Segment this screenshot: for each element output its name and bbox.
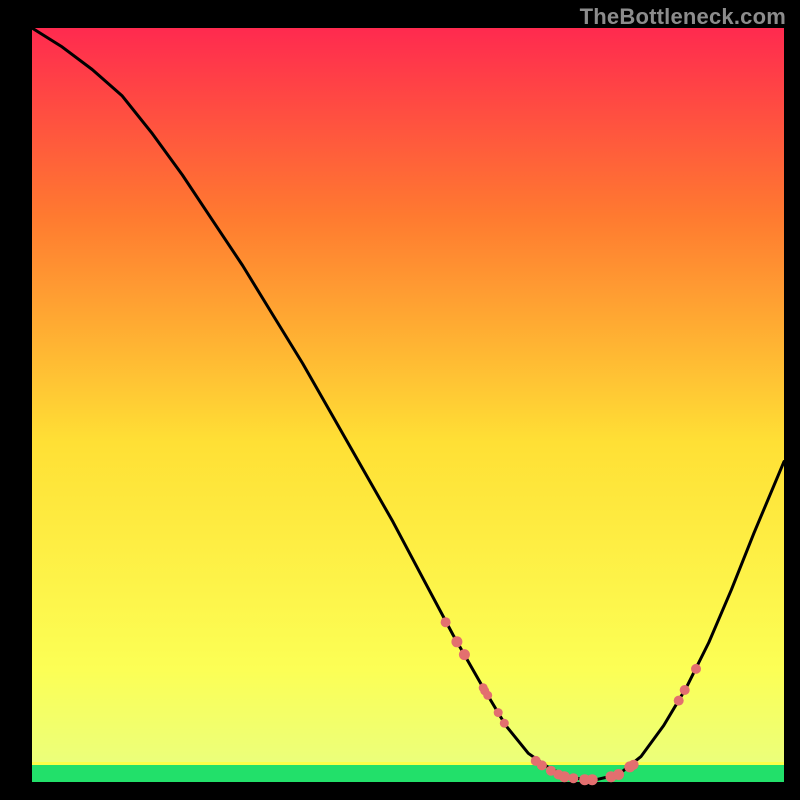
data-marker [451, 636, 462, 647]
data-marker [459, 649, 470, 660]
data-marker [537, 760, 547, 770]
chart-stage: TheBottleneck.com [0, 0, 800, 800]
gradient-panel [32, 28, 784, 782]
data-marker [613, 769, 624, 780]
data-marker [568, 773, 578, 783]
data-marker [500, 719, 509, 728]
chart-svg [0, 0, 800, 800]
data-marker [441, 617, 451, 627]
green-band [32, 765, 784, 782]
data-marker [691, 664, 701, 674]
data-marker [494, 708, 503, 717]
yellow-divider [32, 762, 784, 765]
data-marker [587, 774, 598, 785]
data-marker [680, 685, 690, 695]
data-marker [483, 691, 492, 700]
data-marker [559, 771, 570, 782]
watermark-label: TheBottleneck.com [580, 4, 786, 30]
data-marker [629, 760, 639, 770]
data-marker [674, 696, 684, 706]
